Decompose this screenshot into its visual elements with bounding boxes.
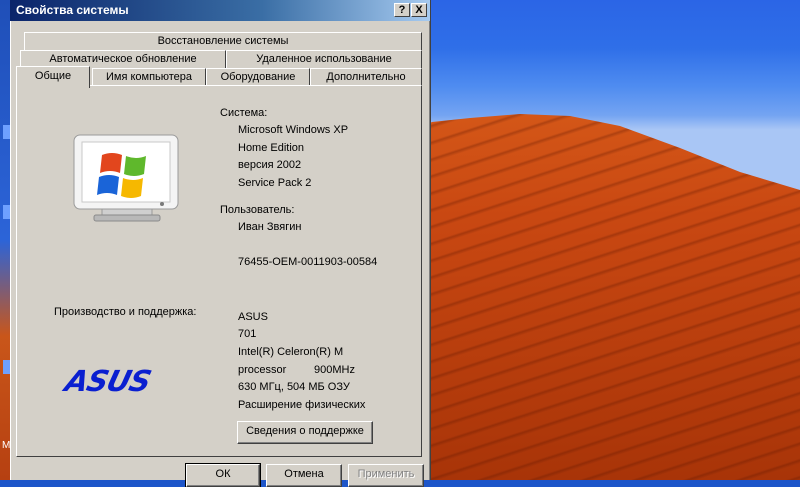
- processor-name: Intel(R) Celeron(R) M: [238, 346, 344, 358]
- help-button[interactable]: ?: [394, 3, 410, 17]
- support-info-button[interactable]: Сведения о поддержке: [237, 421, 373, 444]
- title-bar[interactable]: Свойства системы ? X: [10, 0, 430, 21]
- os-edition: Home Edition: [238, 142, 305, 154]
- processor-word: processor: [238, 364, 287, 376]
- tab-system-restore[interactable]: Восстановление системы: [24, 32, 422, 50]
- service-pack: Service Pack 2: [238, 177, 312, 189]
- manufacturer-label: Производство и поддержка:: [54, 306, 197, 318]
- user-label: Пользователь:: [220, 204, 295, 216]
- model: 701: [238, 328, 257, 340]
- os-name: Microsoft Windows XP: [238, 124, 349, 136]
- window-title: Свойства системы: [16, 3, 129, 17]
- memory-info: 630 МГц, 504 МБ ОЗУ: [238, 381, 350, 393]
- tab-remote[interactable]: Удаленное использование: [226, 50, 422, 68]
- pae-info: Расширение физических: [238, 399, 366, 411]
- tab-computer-name[interactable]: Имя компьютера: [92, 68, 206, 86]
- tab-hardware[interactable]: Оборудование: [206, 68, 310, 86]
- asus-oem-logo: ASUS: [61, 364, 155, 398]
- system-label: Система:: [220, 107, 268, 119]
- system-properties-dialog: Свойства системы ? X Восстановление сист…: [10, 0, 431, 487]
- manufacturer-name: ASUS: [238, 311, 268, 323]
- product-id: 76455-OEM-0011903-00584: [238, 256, 378, 268]
- user-name: Иван Звягин: [238, 221, 302, 233]
- close-button[interactable]: X: [411, 3, 427, 17]
- processor-speed: 900MHz: [314, 364, 355, 376]
- tab-general[interactable]: Общие: [16, 66, 90, 88]
- ok-button[interactable]: ОК: [185, 463, 261, 487]
- os-version: версия 2002: [238, 159, 302, 171]
- cancel-button[interactable]: Отмена: [266, 464, 342, 487]
- tab-advanced[interactable]: Дополнительно: [310, 68, 422, 86]
- windows-monitor-icon: [73, 134, 179, 222]
- apply-button[interactable]: Применить: [348, 464, 424, 487]
